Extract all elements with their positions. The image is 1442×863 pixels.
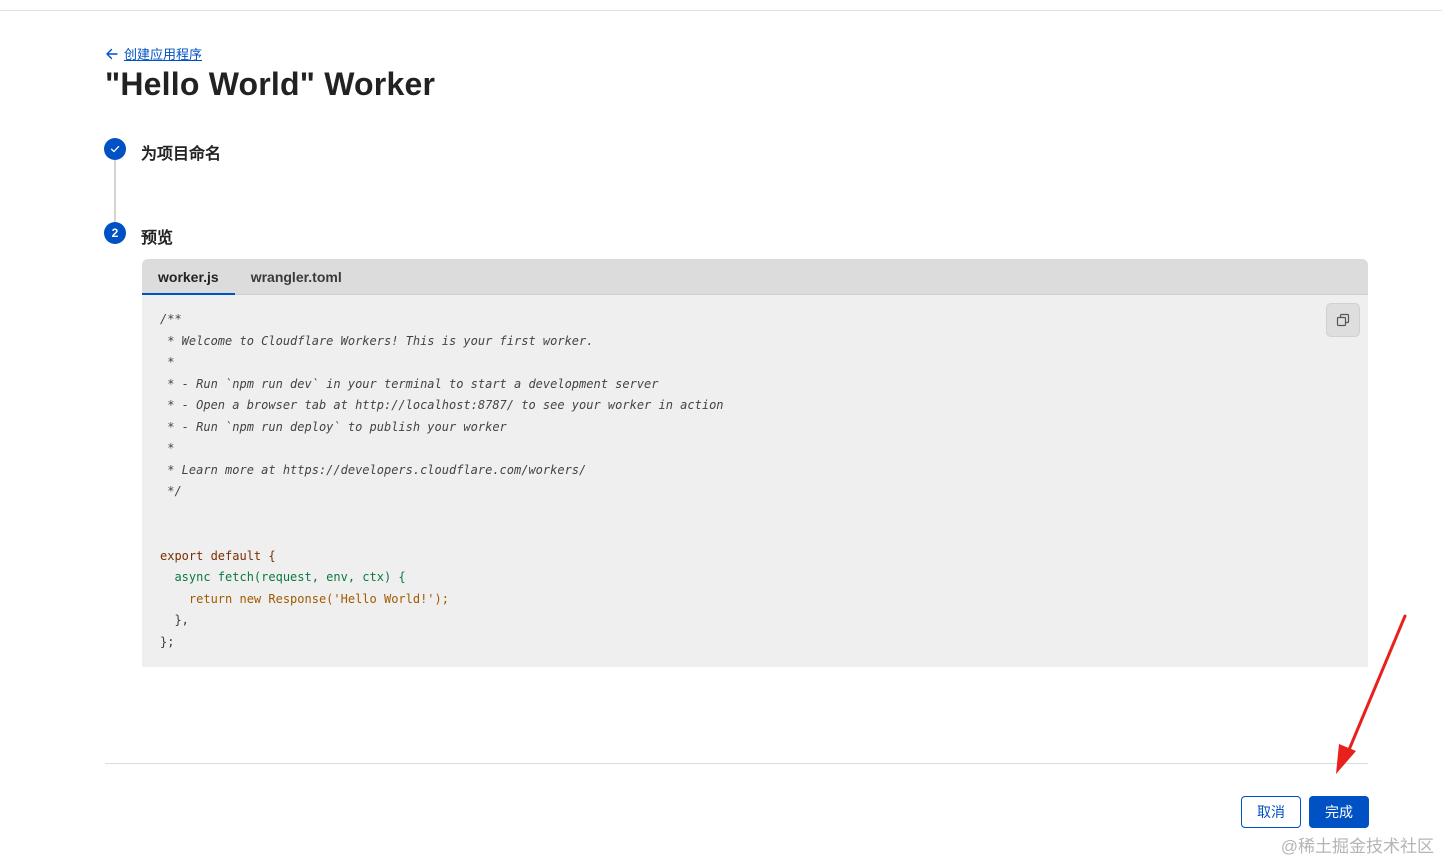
back-link-label: 创建应用程序: [124, 47, 203, 62]
top-divider: [0, 10, 1442, 11]
code-line: };: [160, 634, 175, 649]
step-2-indicator: 2: [104, 222, 126, 244]
cancel-button[interactable]: 取消: [1241, 796, 1301, 828]
step-2-label: 预览: [141, 230, 174, 247]
code-block: /** * Welcome to Cloudflare Workers! Thi…: [160, 309, 724, 653]
check-icon: [110, 145, 120, 153]
back-link[interactable]: 创建应用程序: [105, 44, 202, 63]
code-line: * - Run `npm run dev` in your terminal t…: [160, 376, 659, 391]
watermark: @稀土掘金技术社区: [1280, 837, 1434, 856]
code-line: * Welcome to Cloudflare Workers! This is…: [160, 333, 594, 348]
step-1-indicator: [104, 138, 126, 160]
arrow-left-icon: [106, 48, 118, 59]
annotation-arrow-icon: [1336, 614, 1407, 774]
code-line: *: [160, 441, 175, 455]
code-line: */: [160, 484, 182, 498]
code-line: * Learn more at https://developers.cloud…: [160, 462, 587, 477]
file-tab-bar: worker.js wrangler.toml: [142, 259, 1368, 295]
step-1-label: 为项目命名: [141, 146, 222, 163]
code-preview-panel: worker.js wrangler.toml /** * Welcome to…: [142, 259, 1368, 667]
stepper-connector: [114, 160, 116, 222]
done-button[interactable]: 完成: [1309, 796, 1369, 828]
tab-worker-js[interactable]: worker.js: [142, 259, 235, 295]
code-line: return new Response('Hello World!');: [160, 591, 449, 606]
copy-code-button[interactable]: [1326, 303, 1360, 337]
code-line: /**: [160, 312, 182, 326]
tab-wrangler-toml[interactable]: wrangler.toml: [235, 259, 358, 294]
copy-icon: [1336, 313, 1350, 327]
page-title: "Hello World" Worker: [105, 66, 436, 102]
footer-divider: [105, 763, 1368, 764]
code-line: export default {: [160, 548, 276, 563]
code-line: *: [160, 355, 175, 369]
code-line: * - Run `npm run deploy` to publish your…: [160, 419, 507, 434]
code-line: },: [160, 613, 189, 627]
code-line: async fetch(request, env, ctx) {: [160, 570, 406, 584]
code-line: * - Open a browser tab at http://localho…: [160, 398, 724, 412]
